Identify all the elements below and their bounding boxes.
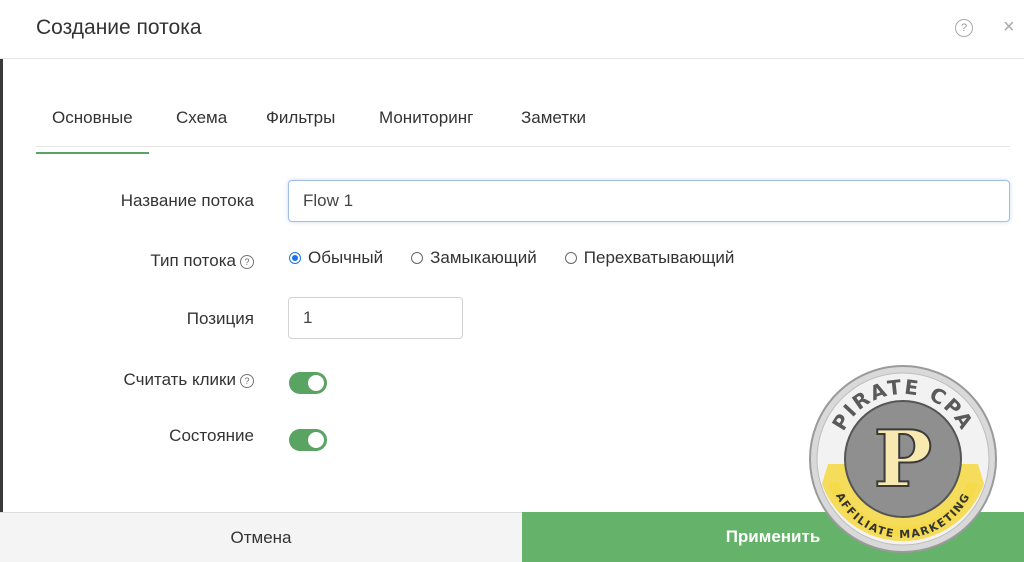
tab-bar: Основные Схема Фильтры Мониторинг Заметк…	[36, 94, 1010, 154]
position-value: 1	[303, 308, 313, 327]
radio-unchecked-icon[interactable]	[411, 252, 424, 264]
flow-name-label: Название потока	[120, 191, 254, 210]
tab-notes[interactable]: Заметки	[521, 108, 586, 128]
tab-main[interactable]: Основные	[36, 108, 149, 154]
toggle-knob	[308, 375, 324, 391]
flow-name-value: Flow 1	[303, 191, 354, 210]
count-clicks-label: Считать клики?	[124, 370, 254, 390]
flow-type-label: Тип потока?	[150, 251, 254, 271]
flow-type-option-label: Замыкающий	[430, 248, 537, 267]
count-clicks-toggle[interactable]	[289, 372, 327, 394]
state-toggle[interactable]	[289, 429, 327, 451]
radio-unchecked-icon[interactable]	[564, 252, 577, 264]
flow-type-option-intercepting[interactable]: Перехватывающий	[564, 248, 735, 268]
position-input[interactable]: 1	[288, 297, 463, 339]
dialog-title: Создание потока	[36, 16, 202, 39]
watermark-letter: P	[874, 414, 933, 505]
window-edge	[0, 0, 3, 562]
flow-type-option-regular[interactable]: Обычный	[289, 248, 383, 268]
question-circle-icon[interactable]: ?	[955, 19, 973, 37]
flow-type-option-label: Перехватывающий	[583, 248, 735, 267]
flow-name-input[interactable]: Flow 1	[288, 180, 1010, 222]
cancel-button[interactable]: Отмена	[0, 512, 522, 562]
tab-scheme[interactable]: Схема	[176, 108, 227, 128]
radio-checked-icon[interactable]	[289, 252, 301, 264]
count-clicks-label-text: Считать клики	[123, 370, 236, 389]
toggle-knob	[308, 432, 324, 448]
close-icon[interactable]: ×	[1003, 17, 1015, 37]
flow-type-label-text: Тип потока	[150, 251, 236, 270]
tab-filters[interactable]: Фильтры	[266, 108, 335, 128]
pirate-cpa-watermark-logo: PIRATE CPA AFFILIATE MARKETING P	[809, 365, 997, 553]
question-circle-icon[interactable]: ?	[240, 373, 254, 388]
state-label: Состояние	[169, 426, 254, 445]
flow-type-radio-group: Обычный Замыкающий Перехватывающий	[289, 248, 762, 268]
flow-type-option-label: Обычный	[308, 248, 384, 267]
position-label: Позиция	[186, 309, 254, 328]
dialog-header: Создание потока ? ×	[0, 0, 1024, 59]
question-circle-icon[interactable]: ?	[240, 254, 254, 269]
flow-type-option-closing[interactable]: Замыкающий	[411, 248, 537, 268]
tab-monitoring[interactable]: Мониторинг	[379, 108, 473, 128]
